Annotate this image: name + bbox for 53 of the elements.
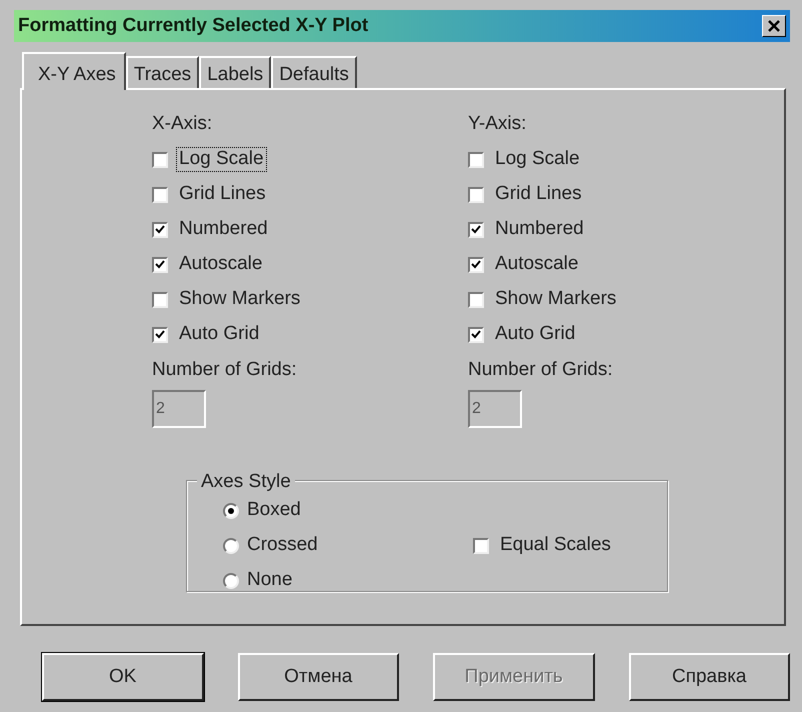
checkbox[interactable] (152, 152, 168, 168)
checkbox[interactable] (468, 186, 484, 202)
checkbox-label[interactable]: Autoscale (176, 252, 266, 277)
field-label: Number of Grids: (152, 358, 297, 382)
dialog-button[interactable]: Справка (628, 653, 790, 701)
radio-label[interactable]: Boxed (247, 496, 301, 525)
checkbox-label[interactable]: Numbered (492, 217, 587, 242)
checkbox-label[interactable]: Grid Lines (492, 182, 585, 207)
checkbox-label[interactable]: Equal Scales (497, 533, 614, 558)
check-icon (470, 224, 482, 236)
checkbox[interactable] (473, 538, 489, 554)
checkbox[interactable] (468, 326, 484, 342)
axis-heading: X-Axis: (152, 112, 214, 136)
checkbox-label[interactable]: Auto Grid (492, 322, 578, 347)
checkbox[interactable] (468, 222, 484, 238)
checkbox[interactable] (152, 186, 168, 202)
dialog-button[interactable]: OK (42, 653, 204, 701)
checkbox-label[interactable]: Show Markers (176, 287, 304, 312)
radio-button[interactable] (223, 502, 239, 518)
close-icon (768, 20, 780, 32)
checkbox-label[interactable]: Autoscale (492, 252, 582, 277)
tab[interactable]: Traces (126, 56, 200, 88)
check-icon (470, 258, 482, 270)
close-button[interactable] (762, 15, 786, 37)
radio-button[interactable] (223, 572, 239, 588)
checkbox-label[interactable]: Numbered (176, 217, 271, 242)
check-icon (154, 328, 166, 340)
checkbox-label[interactable]: Log Scale (492, 147, 583, 172)
checkbox[interactable] (468, 152, 484, 168)
check-icon (470, 328, 482, 340)
checkbox[interactable] (152, 222, 168, 238)
check-icon (154, 258, 166, 270)
axis-heading: Y-Axis: (468, 112, 528, 136)
check-icon (154, 224, 166, 236)
dialog-button: Применить (433, 653, 594, 701)
tab[interactable]: Defaults (271, 56, 357, 88)
checkbox[interactable] (152, 292, 168, 308)
checkbox[interactable] (468, 256, 484, 272)
radio-label[interactable]: None (247, 566, 292, 595)
dialog-button[interactable]: Отмена (238, 653, 399, 701)
radio-label[interactable]: Crossed (247, 531, 318, 560)
field-label: Number of Grids: (468, 358, 613, 382)
tab[interactable]: Labels (199, 56, 272, 88)
checkbox-label[interactable]: Show Markers (492, 287, 620, 312)
radio-button[interactable] (223, 538, 239, 554)
tab[interactable]: X-Y Axes (22, 52, 126, 90)
window-title: Formatting Currently Selected X-Y Plot (18, 14, 368, 38)
checkbox[interactable] (152, 326, 168, 342)
checkbox-label[interactable]: Auto Grid (176, 322, 262, 347)
checkbox-label[interactable]: Log Scale (176, 147, 267, 172)
checkbox-label[interactable]: Grid Lines (176, 182, 269, 207)
checkbox[interactable] (468, 292, 484, 308)
checkbox[interactable] (152, 256, 168, 272)
